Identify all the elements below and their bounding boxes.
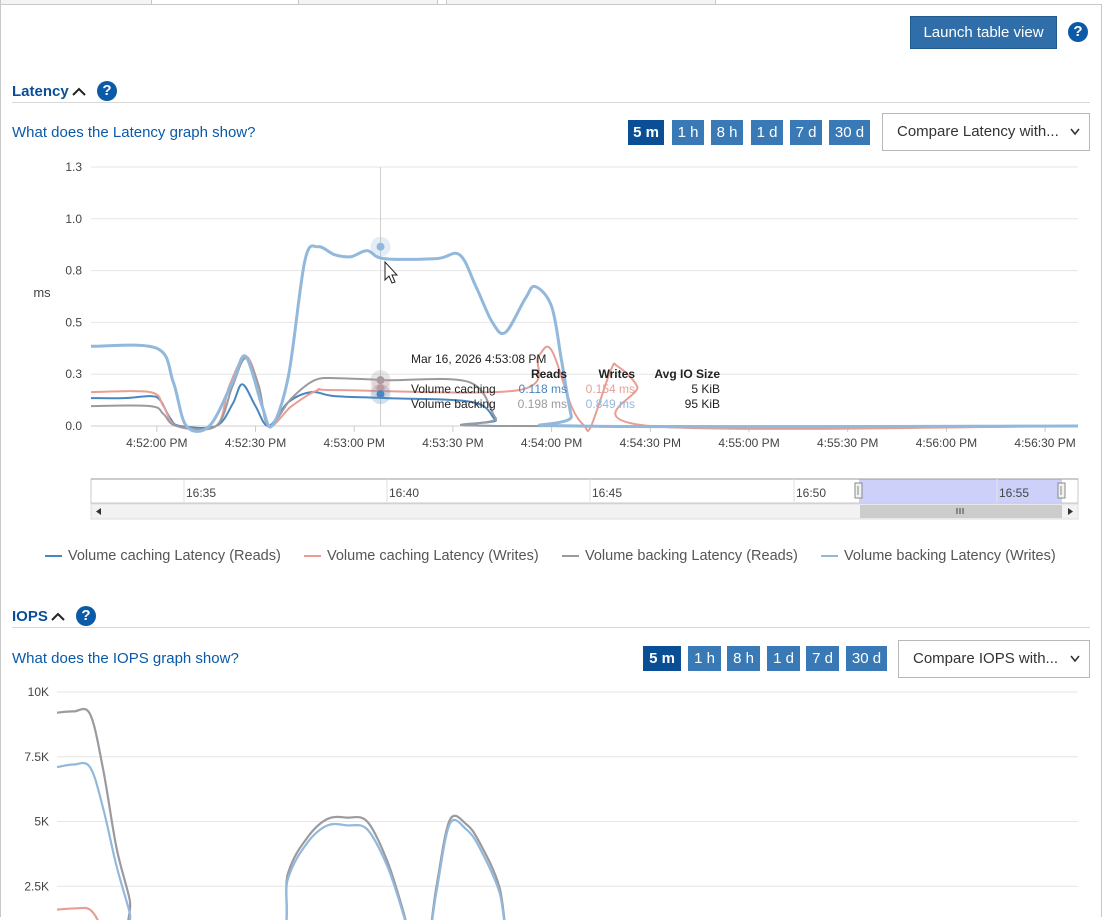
x-tick-label: 4:56:00 PM xyxy=(916,436,977,450)
iops-chart[interactable]: 2.5K 5K 7.5K 10K xyxy=(0,680,1102,920)
iops-range-5m[interactable]: 5 m xyxy=(643,646,681,671)
navigator-tick-label: 16:45 xyxy=(592,486,622,500)
hover-marker xyxy=(376,390,385,399)
iops-range-7d[interactable]: 7 d xyxy=(806,646,839,671)
iops-divider xyxy=(12,627,1090,628)
iops-section-title[interactable]: IOPS xyxy=(12,608,48,625)
tooltip-reads: 0.198 ms xyxy=(518,397,567,411)
legend-caching-reads[interactable]: Volume caching Latency (Reads) xyxy=(45,548,281,564)
navigator-tick-label: 16:35 xyxy=(186,486,216,500)
iops-info-link[interactable]: What does the IOPS graph show? xyxy=(12,650,239,667)
latency-compare-select[interactable]: Compare Latency with... xyxy=(882,113,1090,151)
x-tick-label: 4:53:30 PM xyxy=(422,436,483,450)
legend-backing-reads[interactable]: Volume backing Latency (Reads) xyxy=(562,548,798,564)
iops-compare-select[interactable]: Compare IOPS with... xyxy=(898,640,1090,678)
latency-help-icon[interactable]: ? xyxy=(97,81,117,101)
y-tick-label: 0.0 xyxy=(65,419,82,433)
latency-range-5m[interactable]: 5 m xyxy=(628,120,664,145)
tooltip-header: Writes xyxy=(599,367,636,381)
tooltip-header: Avg IO Size xyxy=(654,367,720,381)
y-tick-label: 0.3 xyxy=(65,367,82,381)
legend-label: Volume backing Latency (Writes) xyxy=(844,548,1056,564)
latency-range-8h[interactable]: 8 h xyxy=(711,120,743,145)
latency-compare-label: Compare Latency with... xyxy=(897,123,1059,140)
hover-marker xyxy=(376,242,385,251)
latency-divider xyxy=(12,102,1090,103)
legend-label: Volume backing Latency (Reads) xyxy=(585,548,798,564)
tooltip-row-name: Volume backing xyxy=(411,397,496,411)
chevron-up-icon[interactable] xyxy=(51,611,65,621)
y-tick-label: 1.3 xyxy=(65,160,82,174)
y-axis-label: ms xyxy=(33,285,51,300)
launch-table-view-button[interactable]: Launch table view xyxy=(910,16,1057,49)
legend-backing-writes[interactable]: Volume backing Latency (Writes) xyxy=(821,548,1056,564)
caching-reads-line[interactable] xyxy=(90,383,1079,429)
iops-range-30d[interactable]: 30 d xyxy=(846,646,887,671)
latency-info-link[interactable]: What does the Latency graph show? xyxy=(12,124,256,141)
x-tick-label: 4:54:00 PM xyxy=(521,436,582,450)
latency-range-1h[interactable]: 1 h xyxy=(672,120,704,145)
y-tick-label: 0.8 xyxy=(65,264,82,278)
y-tick-label: 0.5 xyxy=(65,315,82,329)
legend-caching-writes[interactable]: Volume caching Latency (Writes) xyxy=(304,548,539,564)
navigator-tick-label: 16:50 xyxy=(796,486,826,500)
y-tick-label: 7.5K xyxy=(24,750,49,764)
help-icon[interactable]: ? xyxy=(1068,22,1088,42)
iops-range-1d[interactable]: 1 d xyxy=(767,646,800,671)
navigator-tick-label: 16:55 xyxy=(999,486,1029,500)
x-tick-label: 4:53:00 PM xyxy=(324,436,385,450)
x-tick-label: 4:55:30 PM xyxy=(817,436,878,450)
tooltip-writes: 0.154 ms xyxy=(586,382,635,396)
legend-label: Volume caching Latency (Writes) xyxy=(327,548,539,564)
navigator-tick-label: 16:40 xyxy=(389,486,419,500)
chevron-down-icon xyxy=(1070,128,1080,136)
backing-writes-line[interactable] xyxy=(90,244,1079,433)
iops-help-icon[interactable]: ? xyxy=(76,606,96,626)
x-tick-label: 4:52:00 PM xyxy=(126,436,187,450)
x-tick-label: 4:52:30 PM xyxy=(225,436,286,450)
legend-label: Volume caching Latency (Reads) xyxy=(68,548,281,564)
tooltip-date: Mar 16, 2026 4:53:08 PM xyxy=(411,352,546,366)
tooltip-header: Reads xyxy=(531,367,567,381)
latency-navigator[interactable]: 16:35 16:40 16:45 16:50 16:55 xyxy=(0,475,1102,525)
x-tick-label: 4:54:30 PM xyxy=(620,436,681,450)
navigator-selection[interactable] xyxy=(859,479,1062,503)
latency-range-30d[interactable]: 30 d xyxy=(829,120,870,145)
tooltip-size: 5 KiB xyxy=(691,382,720,396)
chevron-up-icon[interactable] xyxy=(72,86,86,96)
y-tick-label: 1.0 xyxy=(65,212,82,226)
iops-backing-reads-line[interactable] xyxy=(56,707,552,920)
tooltip-size: 95 KiB xyxy=(685,397,720,411)
latency-section-title[interactable]: Latency xyxy=(12,83,69,100)
x-tick-label: 4:56:30 PM xyxy=(1014,436,1075,450)
y-tick-label: 5K xyxy=(34,815,49,829)
x-tick-label: 4:55:00 PM xyxy=(718,436,779,450)
iops-range-8h[interactable]: 8 h xyxy=(727,646,760,671)
tooltip-row-name: Volume caching xyxy=(411,382,496,396)
latency-tooltip: Mar 16, 2026 4:53:08 PMReads Writes Avg IO… xyxy=(411,352,720,411)
iops-compare-label: Compare IOPS with... xyxy=(913,650,1059,667)
iops-range-1h[interactable]: 1 h xyxy=(688,646,721,671)
tooltip-reads: 0.118 ms xyxy=(519,382,567,396)
latency-range-7d[interactable]: 7 d xyxy=(790,120,822,145)
latency-range-1d[interactable]: 1 d xyxy=(751,120,783,145)
tooltip-writes: 0.849 ms xyxy=(586,397,635,411)
mouse-cursor-icon xyxy=(384,260,399,284)
y-tick-label: 10K xyxy=(28,685,49,699)
y-tick-label: 2.5K xyxy=(24,879,49,893)
scrollbar-thumb[interactable] xyxy=(860,505,1062,518)
chevron-down-icon xyxy=(1070,655,1080,663)
